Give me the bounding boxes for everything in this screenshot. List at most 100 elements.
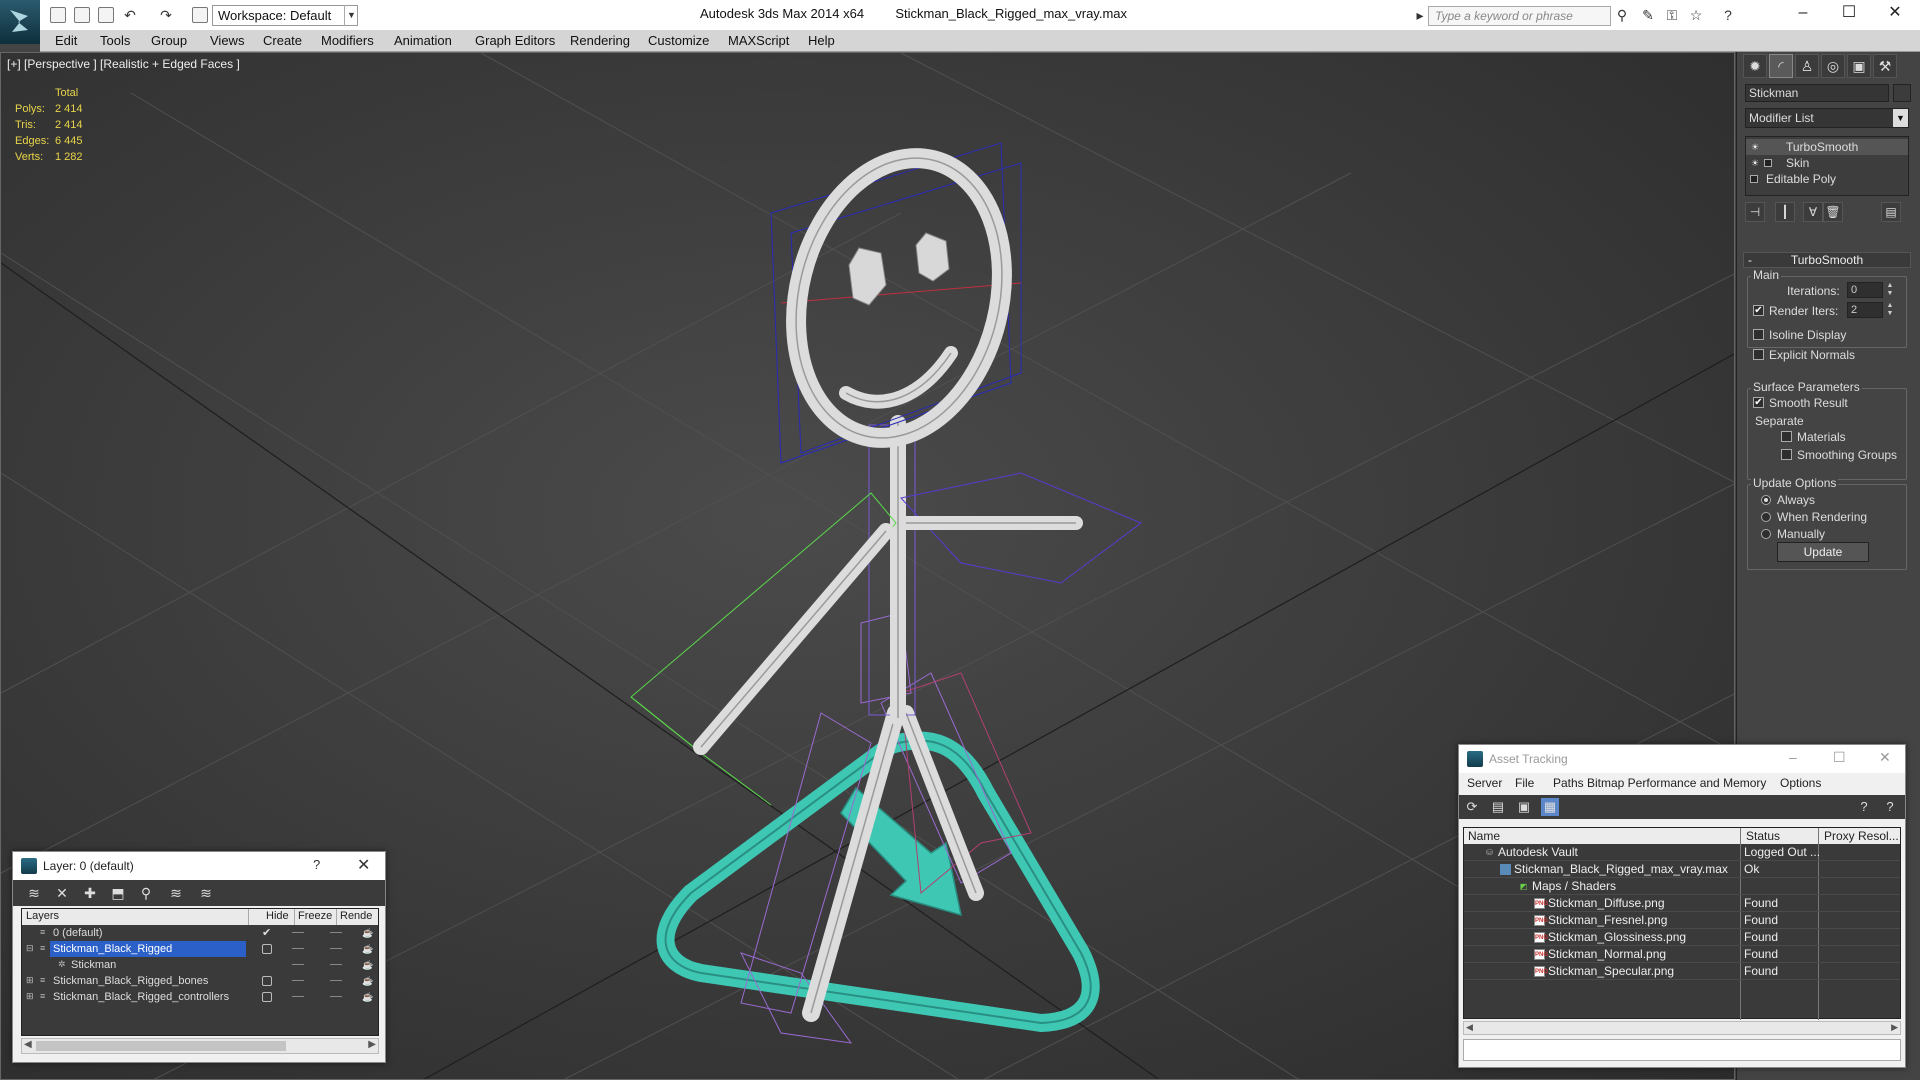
current-layer-toggle[interactable] [262, 944, 272, 954]
table-row[interactable]: ⛁ Autodesk Vault Logged Out ... [1464, 844, 1900, 861]
menu-create[interactable]: Create [263, 33, 302, 48]
lightbulb-icon[interactable]: ☀ [1750, 158, 1760, 168]
current-layer-check-icon[interactable]: ✔ [262, 925, 271, 941]
layer-dialog-titlebar[interactable]: Layer: 0 (default) ? ✕ [13, 852, 385, 880]
expand-icon[interactable]: ⊞ [26, 991, 36, 1001]
table-row[interactable]: Stickman_Black_Rigged_max_vray.max Ok [1464, 861, 1900, 878]
lightbulb-icon[interactable]: ☀ [1750, 142, 1760, 152]
menu-group[interactable]: Group [151, 33, 187, 48]
column-proxy-resolution[interactable]: Proxy Resol... [1824, 829, 1899, 843]
menu-maxscript[interactable]: MAXScript [728, 33, 789, 48]
communication-icon[interactable]: ✎ [1640, 7, 1656, 23]
object-name-field[interactable]: Stickman [1745, 84, 1889, 102]
expand-icon[interactable]: ⊟ [26, 943, 36, 953]
current-layer-toggle[interactable] [262, 976, 272, 986]
add-to-layer-icon[interactable]: ⬒ [109, 884, 127, 902]
modify-tab-icon[interactable]: ◜ [1769, 54, 1793, 78]
asset-tracking-titlebar[interactable]: Asset Tracking – ☐ ✕ [1459, 745, 1905, 773]
update-button[interactable]: Update [1777, 542, 1869, 562]
utilities-tab-icon[interactable]: ⚒ [1873, 54, 1897, 78]
close-button[interactable]: ✕ [1879, 749, 1891, 766]
when-rendering-radio[interactable] [1761, 512, 1771, 522]
render-iters-checkbox[interactable]: ✔ [1753, 305, 1764, 316]
horizontal-scrollbar[interactable]: ◀ ▶ [1463, 1021, 1901, 1035]
menu-edit[interactable]: Edit [55, 33, 77, 48]
scroll-right-icon[interactable]: ▶ [1891, 1022, 1898, 1033]
expand-icon[interactable]: ⊞ [26, 975, 36, 985]
remove-modifier-icon[interactable]: 🗑 [1823, 202, 1843, 222]
freeze-toggle[interactable] [330, 996, 342, 997]
hierarchy-tab-icon[interactable]: ♙ [1795, 54, 1819, 78]
configure-sets-icon[interactable]: ▤ [1881, 202, 1901, 222]
create-layer-icon[interactable]: ✚ [81, 884, 99, 902]
hide-toggle[interactable] [292, 980, 304, 981]
menu-modifiers[interactable]: Modifiers [321, 33, 374, 48]
table-row[interactable]: ◩ Maps / Shaders [1464, 878, 1900, 895]
chevron-down-icon[interactable]: ▼ [344, 5, 358, 26]
collapse-icon[interactable]: - [1748, 253, 1752, 267]
render-teapot-icon[interactable]: ☕ [362, 976, 373, 986]
expand-box-icon[interactable] [1764, 159, 1772, 167]
new-file-icon[interactable] [50, 7, 66, 23]
column-hide[interactable]: Hide [266, 910, 289, 922]
settings-help-icon[interactable]: ? [1881, 798, 1899, 816]
show-end-result-icon[interactable]: ┃ [1775, 202, 1795, 222]
spinner-arrows-icon[interactable]: ▲ ▼ [1885, 302, 1895, 318]
asset-path-field[interactable] [1463, 1039, 1901, 1061]
always-radio[interactable] [1761, 495, 1771, 505]
scroll-left-icon[interactable]: ◀ [24, 1039, 32, 1050]
app-logo-icon[interactable] [0, 0, 40, 44]
column-status[interactable]: Status [1746, 829, 1780, 843]
layers-icon[interactable]: ≋ [25, 884, 43, 902]
help-button[interactable]: ? [313, 857, 320, 872]
menu-animation[interactable]: Animation [394, 33, 452, 48]
display-tab-icon[interactable]: ▣ [1847, 54, 1871, 78]
help-icon[interactable]: ? [1855, 798, 1873, 816]
menu-server[interactable]: Server [1467, 776, 1502, 790]
stack-item-turbosmooth[interactable]: ☀ TurboSmooth [1746, 139, 1908, 155]
manually-radio[interactable] [1761, 529, 1771, 539]
maximize-button[interactable]: ☐ [1826, 0, 1872, 28]
search-input[interactable]: Type a keyword or phrase [1428, 6, 1611, 26]
column-layers[interactable]: Layers [26, 910, 59, 922]
layer-row[interactable]: ✲ Stickman ☕ [22, 957, 378, 973]
render-teapot-icon[interactable]: ☕ [362, 960, 373, 970]
layer-row[interactable]: ≡ 0 (default) ✔ ☕ [22, 925, 378, 941]
hide-all-layers-icon[interactable]: ≋ [197, 884, 215, 902]
turbosmooth-rollout-header[interactable]: - TurboSmooth [1743, 252, 1911, 268]
hide-toggle[interactable] [292, 932, 304, 933]
table-row[interactable]: PNG Stickman_Glossiness.png Found [1464, 929, 1900, 946]
render-teapot-icon[interactable]: ☕ [362, 992, 373, 1002]
help-icon[interactable]: ? [1720, 7, 1736, 23]
create-tab-icon[interactable]: ✹ [1743, 54, 1767, 78]
binoculars-icon[interactable]: ⚲ [1614, 7, 1630, 23]
iterations-spinner[interactable]: 0 [1847, 282, 1883, 298]
hide-toggle[interactable] [292, 948, 304, 949]
menu-file[interactable]: File [1515, 776, 1534, 790]
scroll-right-icon[interactable]: ▶ [368, 1039, 376, 1050]
pin-stack-icon[interactable]: ⊣ [1745, 202, 1765, 222]
make-unique-icon[interactable]: ∀ [1803, 202, 1823, 222]
smoothing-groups-checkbox[interactable] [1781, 449, 1792, 460]
menu-views[interactable]: Views [210, 33, 244, 48]
maximize-button[interactable]: ☐ [1833, 749, 1846, 766]
table-row[interactable]: PNG Stickman_Specular.png Found [1464, 963, 1900, 980]
stickman-arm-left[interactable] [630, 492, 897, 806]
smooth-result-checkbox[interactable]: ✔ [1753, 397, 1764, 408]
spinner-arrows-icon[interactable]: ▲ ▼ [1885, 282, 1895, 298]
menu-rendering[interactable]: Rendering [570, 33, 630, 48]
column-render[interactable]: Rende [340, 910, 372, 922]
undo-icon[interactable]: ↶ [122, 7, 138, 23]
menu-paths[interactable]: Paths [1553, 776, 1584, 790]
list-view-icon[interactable]: ▤ [1489, 798, 1507, 816]
search-expand-icon[interactable]: ▸ [1412, 7, 1428, 23]
hide-toggle[interactable] [292, 964, 304, 965]
column-freeze[interactable]: Freeze [298, 910, 332, 922]
table-view-icon[interactable]: ▦ [1541, 798, 1559, 816]
close-button[interactable]: ✕ [357, 855, 370, 875]
motion-tab-icon[interactable]: ◎ [1821, 54, 1845, 78]
signin-key-icon[interactable]: ⚿ [1664, 7, 1680, 23]
scroll-left-icon[interactable]: ◀ [1466, 1022, 1473, 1033]
freeze-toggle[interactable] [330, 964, 342, 965]
workspace-dropdown[interactable]: Workspace: Default [212, 5, 358, 26]
